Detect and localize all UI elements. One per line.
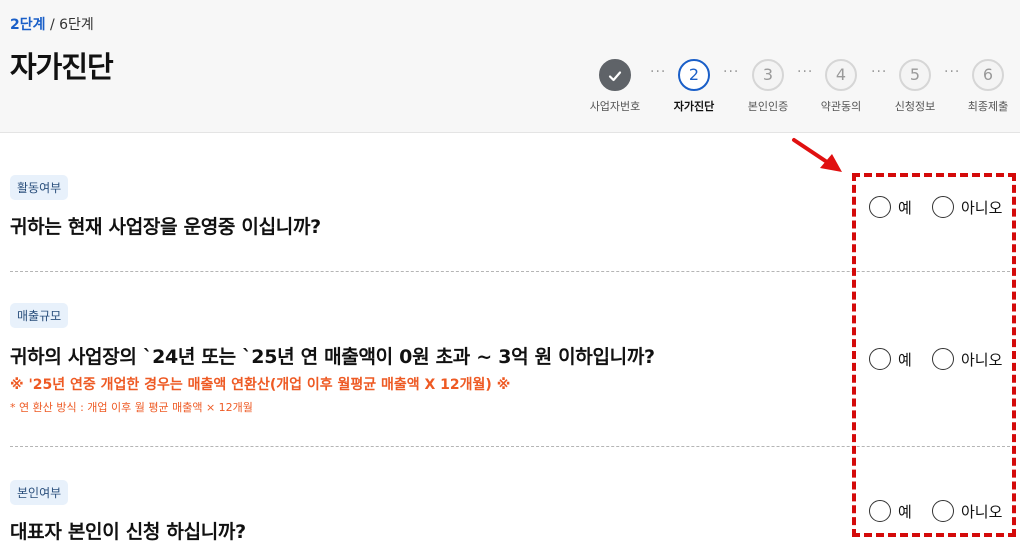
highlight-box xyxy=(852,173,1016,537)
check-icon xyxy=(601,68,629,84)
question-text: 귀하의 사업장의 `24년 또는 `25년 연 매출액이 0원 초과 ~ 3억 … xyxy=(10,346,655,368)
current-step: 2단계 xyxy=(10,17,46,33)
step-connector: ··· xyxy=(650,64,667,80)
step-connector: ··· xyxy=(723,64,740,80)
step-3-circle: 3 xyxy=(752,59,784,91)
question-badge: 활동여부 xyxy=(10,175,69,200)
step-4-label: 약관동의 xyxy=(820,100,862,113)
revenue-calc-note: * 연 환산 방식 : 개업 이후 월 평균 매출액 × 12개월 xyxy=(10,401,253,414)
step-connector: ··· xyxy=(944,64,961,80)
question-badge: 본인여부 xyxy=(10,480,69,505)
step-1-label: 사업자번호 xyxy=(589,100,641,113)
step-2-circle: 2 xyxy=(678,59,710,91)
step-5-label: 신청정보 xyxy=(894,100,936,113)
step-1-circle xyxy=(599,59,631,91)
step-6-label: 최종제출 xyxy=(967,100,1009,113)
step-5-circle: 5 xyxy=(899,59,931,91)
question-text: 귀하는 현재 사업장을 운영중 이십니까? xyxy=(10,216,321,238)
total-steps: / 6단계 xyxy=(49,17,94,33)
step-connector: ··· xyxy=(871,64,888,80)
step-4-circle: 4 xyxy=(825,59,857,91)
step-3-label: 본인인증 xyxy=(747,100,789,113)
step-connector: ··· xyxy=(797,64,814,80)
question-text: 대표자 본인이 신청 하십니까? xyxy=(10,521,246,543)
step-counter: 2단계 / 6단계 xyxy=(10,14,94,34)
step-6-circle: 6 xyxy=(972,59,1004,91)
badge-identity: 본인여부 xyxy=(10,480,69,505)
question-badge: 매출규모 xyxy=(10,303,69,328)
revenue-note: ※ '25년 연중 개업한 경우는 매출액 연환산(개업 이후 월평균 매출액 … xyxy=(10,377,511,393)
page-header: 2단계 / 6단계 자가진단 사업자번호 ··· 2 자가진단 ··· 3 본인… xyxy=(0,0,1020,133)
badge-activity: 활동여부 xyxy=(10,175,69,200)
page-title: 자가진단 xyxy=(10,50,114,84)
badge-revenue: 매출규모 xyxy=(10,303,69,328)
red-arrow-icon xyxy=(790,136,850,182)
step-2-label: 자가진단 xyxy=(673,100,715,113)
